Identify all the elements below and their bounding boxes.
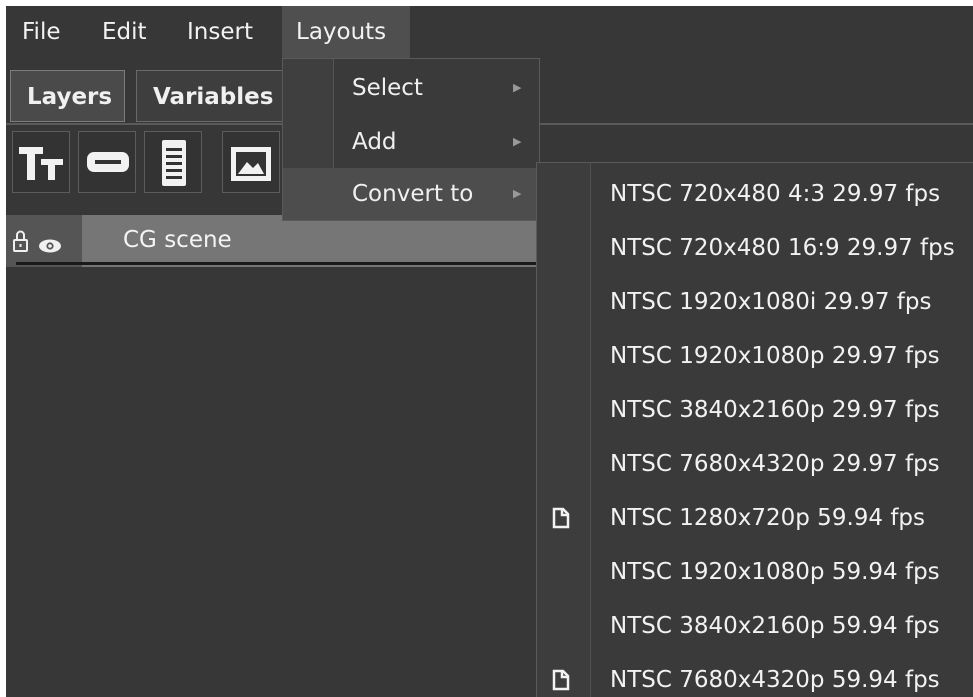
format-option[interactable]: NTSC 3840x2160p 59.94 fps — [537, 599, 973, 653]
image-icon — [231, 147, 271, 181]
add-button-tool-button[interactable] — [78, 131, 136, 193]
menu-bar: File Edit Insert Layouts — [6, 6, 973, 61]
layouts-dropdown-menu: Select ▶ Add ▶ Convert to ▶ — [282, 58, 540, 221]
submenu-arrow-icon: ▶ — [513, 81, 522, 94]
menu-layouts[interactable]: Layouts — [282, 6, 410, 59]
button-shape-icon — [87, 152, 129, 172]
format-option[interactable]: NTSC 1280x720p 59.94 fps — [537, 491, 973, 545]
layer-name: CG scene — [123, 227, 232, 253]
format-option[interactable]: NTSC 720x480 4:3 29.97 fps — [537, 167, 973, 221]
layer-controls — [6, 215, 82, 267]
lock-icon[interactable] — [13, 230, 28, 252]
format-option-label: NTSC 1920x1080p 29.97 fps — [610, 343, 940, 369]
format-option-label: NTSC 1920x1080p 59.94 fps — [610, 559, 940, 585]
format-option[interactable]: NTSC 3840x2160p 29.97 fps — [537, 383, 973, 437]
submenu-arrow-icon: ▶ — [513, 187, 522, 200]
menu-item-label: Add — [352, 129, 397, 155]
submenu-arrow-icon: ▶ — [513, 135, 522, 148]
format-option-label: NTSC 3840x2160p 59.94 fps — [610, 613, 940, 639]
format-option[interactable]: NTSC 7680x4320p 59.94 fps — [537, 653, 973, 697]
format-option[interactable]: NTSC 720x480 16:9 29.97 fps — [537, 221, 973, 275]
format-option-label: NTSC 7680x4320p 59.94 fps — [610, 667, 940, 693]
eye-icon[interactable] — [39, 239, 61, 253]
text-icon — [19, 147, 63, 180]
format-option[interactable]: NTSC 1920x1080i 29.97 fps — [537, 275, 973, 329]
format-option-label: NTSC 720x480 16:9 29.97 fps — [610, 235, 955, 261]
menu-edit[interactable]: Edit — [88, 6, 158, 59]
tab-variables[interactable]: Variables — [136, 70, 286, 122]
add-list-tool-button[interactable] — [144, 131, 202, 193]
document-icon — [552, 669, 570, 691]
format-option[interactable]: NTSC 1920x1080p 29.97 fps — [537, 329, 973, 383]
add-text-tool-button[interactable] — [12, 131, 70, 193]
tab-layers[interactable]: Layers — [10, 70, 125, 122]
menu-item-select[interactable]: Select ▶ — [283, 62, 539, 114]
menu-file[interactable]: File — [8, 6, 68, 59]
menu-item-convert-to[interactable]: Convert to ▶ — [283, 168, 539, 220]
menu-item-label: Select — [352, 75, 423, 101]
document-list-icon — [162, 140, 186, 186]
format-option[interactable]: NTSC 7680x4320p 29.97 fps — [537, 437, 973, 491]
format-option-label: NTSC 1920x1080i 29.97 fps — [610, 289, 932, 315]
layer-row[interactable]: CG scene — [6, 215, 538, 267]
convert-to-submenu: NTSC 720x480 4:3 29.97 fps NTSC 720x480 … — [536, 162, 973, 697]
layer-row-divider — [16, 262, 540, 265]
menu-item-label: Convert to — [352, 181, 474, 207]
format-option[interactable]: NTSC 1920x1080p 59.94 fps — [537, 545, 973, 599]
menu-item-add[interactable]: Add ▶ — [283, 116, 539, 168]
app-window: File Edit Insert Layouts Layers Variable… — [0, 0, 973, 697]
format-option-label: NTSC 7680x4320p 29.97 fps — [610, 451, 940, 477]
format-option-label: NTSC 3840x2160p 29.97 fps — [610, 397, 940, 423]
format-option-label: NTSC 1280x720p 59.94 fps — [610, 505, 926, 531]
add-image-tool-button[interactable] — [222, 131, 280, 193]
document-icon — [552, 507, 570, 529]
menu-insert[interactable]: Insert — [173, 6, 269, 59]
app-content: File Edit Insert Layouts Layers Variable… — [6, 6, 973, 697]
format-option-label: NTSC 720x480 4:3 29.97 fps — [610, 181, 941, 207]
